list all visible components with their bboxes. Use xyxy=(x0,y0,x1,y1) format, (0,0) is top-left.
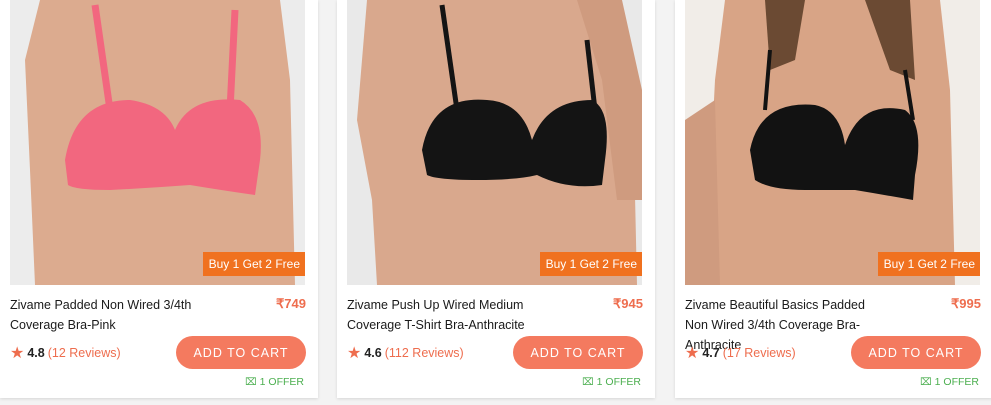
product-price: ₹995 xyxy=(951,296,981,311)
offer-link[interactable]: ⌧ 1 OFFER xyxy=(582,376,641,388)
reviews-link[interactable]: (17 Reviews) xyxy=(723,346,796,360)
product-title[interactable]: Zivame Push Up Wired Medium Coverage T-S… xyxy=(347,295,547,335)
star-icon: ★ xyxy=(685,345,700,362)
product-image[interactable]: Buy 1 Get 2 Free xyxy=(347,0,642,285)
product-photo xyxy=(10,0,305,285)
product-photo xyxy=(347,0,642,285)
promo-badge: Buy 1 Get 2 Free xyxy=(202,252,305,276)
product-photo xyxy=(685,0,980,285)
add-to-cart-button[interactable]: ADD TO CART xyxy=(851,336,981,369)
product-card[interactable]: Buy 1 Get 2 Free Zivame Push Up Wired Me… xyxy=(337,0,655,398)
product-price: ₹749 xyxy=(276,296,306,311)
rating-score: 4.8 xyxy=(27,346,45,360)
product-image[interactable]: Buy 1 Get 2 Free xyxy=(685,0,980,285)
rating: ★ 4.7 (17 Reviews) xyxy=(685,343,796,363)
offer-link[interactable]: ⌧ 1 OFFER xyxy=(920,376,979,388)
tag-icon: ⌧ xyxy=(582,376,594,388)
rating: ★ 4.6 (112 Reviews) xyxy=(347,343,464,363)
tag-icon: ⌧ xyxy=(245,376,257,388)
tag-icon: ⌧ xyxy=(920,376,932,388)
product-card[interactable]: Buy 1 Get 2 Free Zivame Beautiful Basics… xyxy=(675,0,991,398)
promo-badge: Buy 1 Get 2 Free xyxy=(539,252,642,276)
rating-score: 4.6 xyxy=(364,346,382,360)
product-price: ₹945 xyxy=(613,296,643,311)
add-to-cart-button[interactable]: ADD TO CART xyxy=(176,336,306,369)
star-icon: ★ xyxy=(347,345,362,362)
product-card[interactable]: Buy 1 Get 2 Free Zivame Padded Non Wired… xyxy=(0,0,318,398)
offer-label: 1 OFFER xyxy=(259,376,304,388)
rating-score: 4.7 xyxy=(702,346,720,360)
offer-label: 1 OFFER xyxy=(934,376,979,388)
reviews-link[interactable]: (12 Reviews) xyxy=(48,346,121,360)
star-icon: ★ xyxy=(10,345,25,362)
reviews-link[interactable]: (112 Reviews) xyxy=(385,346,464,360)
product-title[interactable]: Zivame Padded Non Wired 3/4th Coverage B… xyxy=(10,295,210,335)
offer-label: 1 OFFER xyxy=(596,376,641,388)
rating: ★ 4.8 (12 Reviews) xyxy=(10,343,121,363)
add-to-cart-button[interactable]: ADD TO CART xyxy=(513,336,643,369)
offer-link[interactable]: ⌧ 1 OFFER xyxy=(245,376,304,388)
product-image[interactable]: Buy 1 Get 2 Free xyxy=(10,0,305,285)
promo-badge: Buy 1 Get 2 Free xyxy=(877,252,980,276)
